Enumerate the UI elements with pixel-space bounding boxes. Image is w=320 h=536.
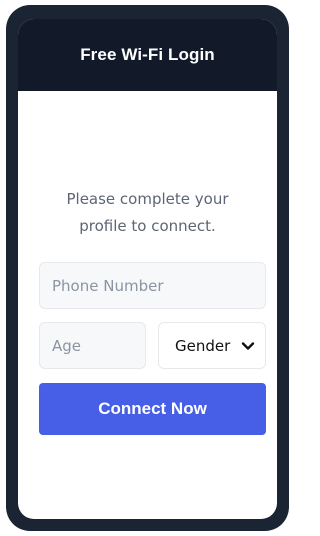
- phone-number-input[interactable]: [39, 262, 266, 309]
- connect-now-button[interactable]: Connect Now: [39, 383, 266, 435]
- chevron-down-icon: [241, 339, 255, 353]
- page-title: Free Wi-Fi Login: [80, 45, 215, 64]
- gender-select-value: Gender: [175, 336, 231, 355]
- profile-prompt: Please complete your profile to connect.: [18, 186, 277, 240]
- header-bar: Free Wi-Fi Login: [18, 19, 277, 91]
- login-screen: Free Wi-Fi Login Please complete your pr…: [18, 19, 277, 519]
- prompt-line-2: profile to connect.: [79, 217, 216, 235]
- prompt-line-1: Please complete your: [66, 190, 229, 208]
- gender-select[interactable]: Gender: [158, 322, 266, 369]
- device-frame: Free Wi-Fi Login Please complete your pr…: [6, 5, 289, 531]
- age-input[interactable]: [39, 322, 146, 369]
